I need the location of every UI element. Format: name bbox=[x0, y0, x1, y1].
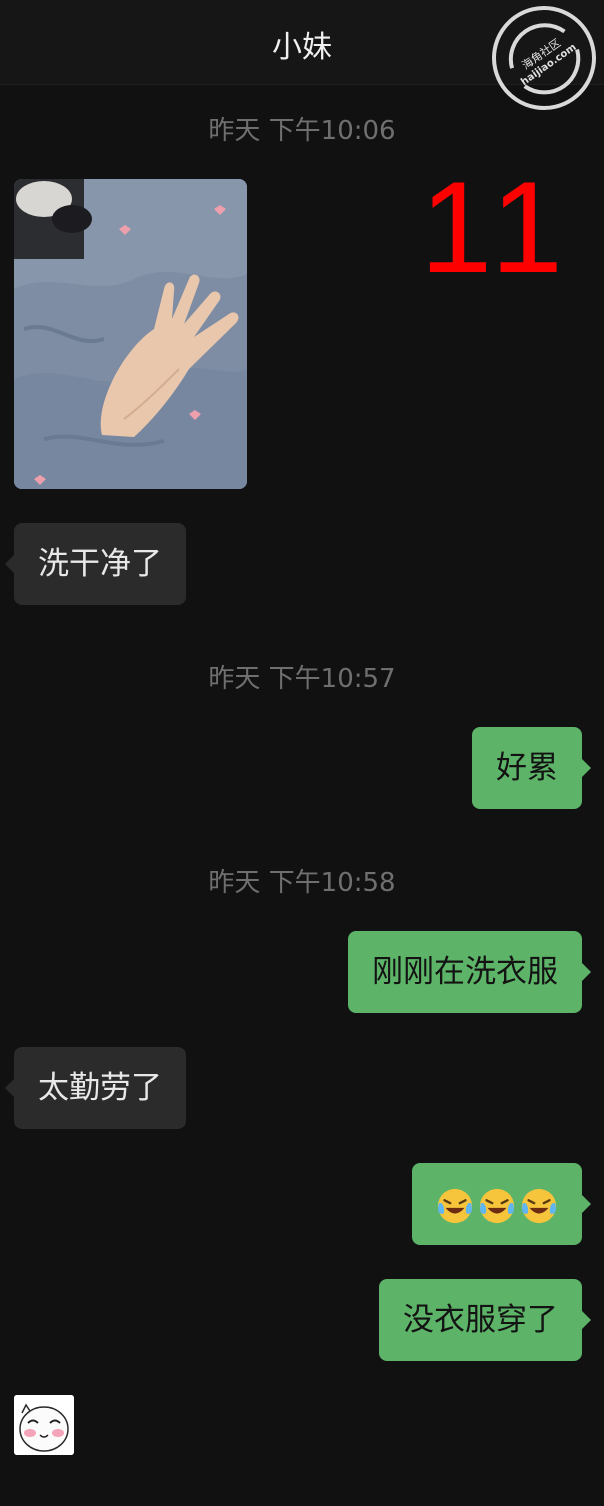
watermark-logo: 海角社区 haijiao.com bbox=[492, 6, 596, 110]
laughing-crying-emoji-icon bbox=[521, 1188, 557, 1223]
received-message-1[interactable]: 洗干净了 bbox=[5, 523, 186, 605]
sent-message-1[interactable]: 好累 bbox=[472, 727, 591, 809]
sticker-message[interactable] bbox=[14, 1395, 74, 1455]
timestamp-2: 昨天 下午10:57 bbox=[208, 664, 396, 694]
sent-message-3[interactable]: 没衣服穿了 bbox=[379, 1279, 591, 1361]
sent-message-2[interactable]: 刚刚在洗衣服 bbox=[348, 931, 591, 1013]
sent-emoji-message[interactable] bbox=[412, 1163, 591, 1245]
timestamp-1: 昨天 下午10:06 bbox=[208, 116, 396, 146]
photo-message[interactable] bbox=[14, 179, 247, 489]
laughing-crying-emoji-icon bbox=[437, 1188, 473, 1223]
overlay-number: 11 bbox=[420, 154, 571, 300]
blushing-face-sticker-icon bbox=[14, 1395, 74, 1455]
timestamp-3: 昨天 下午10:58 bbox=[208, 868, 396, 898]
received-message-2[interactable]: 太勤劳了 bbox=[5, 1047, 186, 1129]
photo-hand-on-blanket-icon bbox=[14, 179, 247, 489]
laughing-crying-emoji-icon bbox=[479, 1188, 515, 1223]
